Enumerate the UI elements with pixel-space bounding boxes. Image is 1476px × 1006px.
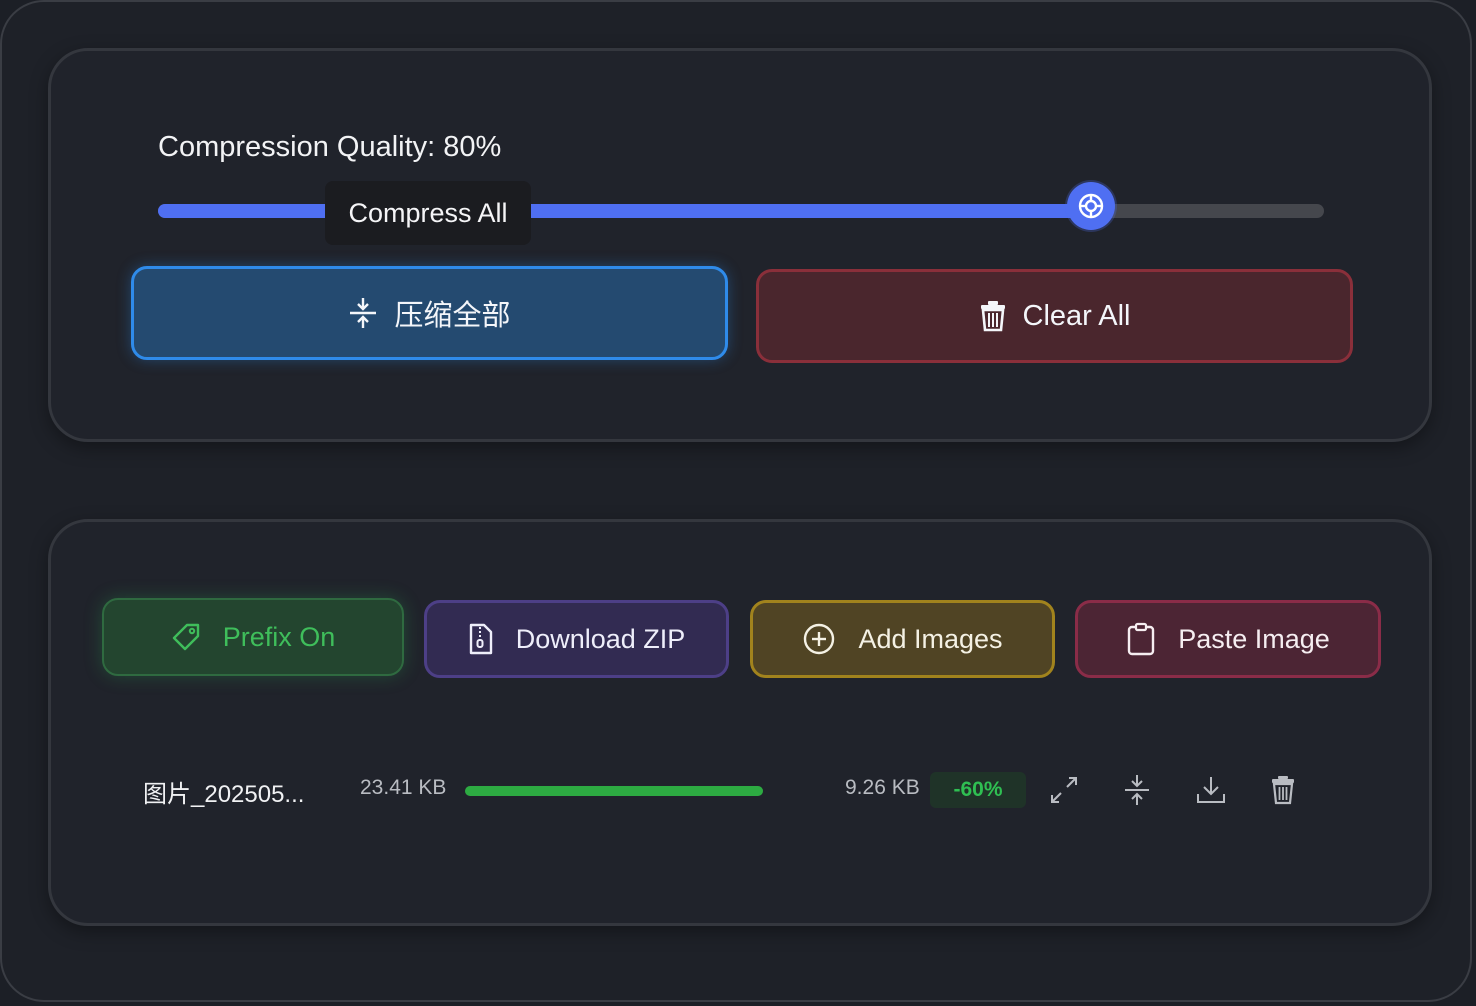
quality-label: Compression Quality: 80% — [158, 131, 502, 163]
files-card: Prefix On Download ZIP Add Images Paste … — [48, 519, 1432, 926]
quality-slider-thumb[interactable] — [1066, 182, 1115, 230]
download-file-button[interactable] — [1193, 772, 1229, 808]
prefix-label: Prefix On — [222, 621, 336, 652]
delete-file-button[interactable] — [1265, 772, 1301, 808]
compress-all-label: 压缩全部 — [394, 300, 511, 332]
settings-card: Compression Quality: 80% Compress All 压缩… — [48, 48, 1432, 442]
compress-icon — [350, 298, 377, 328]
clipboard-icon — [1128, 622, 1155, 656]
expand-icon — [1051, 777, 1077, 803]
trash-icon — [980, 301, 1005, 332]
compression-progress-fill — [465, 786, 763, 796]
compression-ratio-badge: -60% — [930, 772, 1026, 808]
plus-circle-icon — [804, 623, 835, 655]
clear-all-label: Clear All — [1022, 299, 1131, 332]
lifebuoy-icon — [1078, 193, 1103, 219]
tag-icon — [172, 623, 199, 651]
paste-image-button[interactable]: Paste Image — [1075, 600, 1381, 678]
quality-slider-fill — [158, 204, 1091, 218]
compress-all-tooltip: Compress All — [325, 181, 531, 245]
prefix-toggle-button[interactable]: Prefix On — [102, 598, 404, 676]
download-icon — [1197, 777, 1225, 803]
original-size: 23.41 KB — [360, 776, 447, 799]
expand-button[interactable] — [1046, 772, 1082, 808]
clear-all-button[interactable]: Clear All — [756, 269, 1353, 363]
compressed-size: 9.26 KB — [845, 776, 920, 799]
download-zip-button[interactable]: Download ZIP — [424, 600, 729, 678]
paste-image-label: Paste Image — [1178, 623, 1330, 654]
compress-icon — [1125, 775, 1149, 805]
trash-icon — [1272, 776, 1294, 805]
file-name: 图片_202505... — [143, 781, 305, 808]
download-zip-label: Download ZIP — [515, 623, 686, 654]
compress-file-button[interactable] — [1119, 772, 1155, 808]
app-window: Compression Quality: 80% Compress All 压缩… — [0, 0, 1472, 1002]
add-images-button[interactable]: Add Images — [750, 600, 1055, 678]
zip-file-icon — [469, 623, 492, 655]
compression-progress — [465, 786, 763, 796]
compress-all-button[interactable]: 压缩全部 — [131, 266, 728, 360]
file-row: 图片_202505... 23.41 KB 9.26 KB -60% — [51, 768, 1435, 812]
add-images-label: Add Images — [858, 623, 1003, 654]
